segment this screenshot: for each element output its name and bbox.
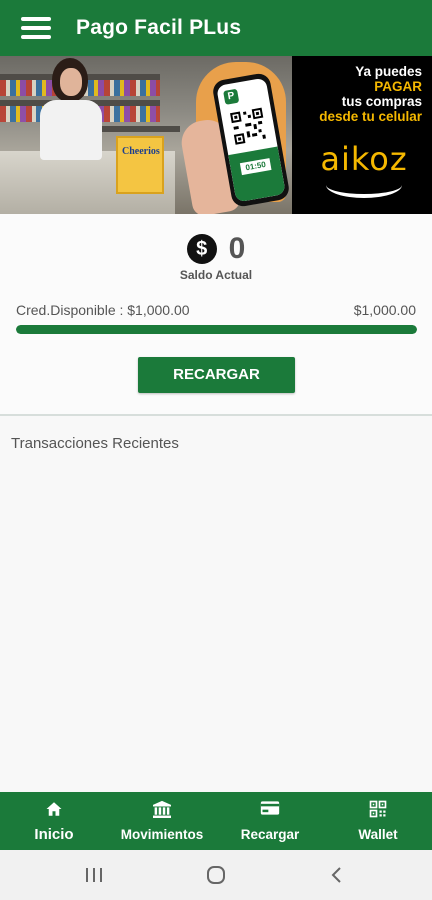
nav-item-wallet[interactable]: Wallet — [324, 792, 432, 850]
promo-text: Ya puedes PAGAR tus compras desde tu cel… — [319, 64, 422, 124]
balance-section: $ 0 Saldo Actual Cred.Disponible : $1,00… — [0, 214, 432, 414]
credit-card-icon — [260, 801, 280, 815]
app-screen: Pago Facil PLus Cheerios P 01:50 Ya pued… — [0, 0, 432, 900]
promo-banner[interactable]: Cheerios P 01:50 Ya puedes PAGAR tus com… — [0, 56, 432, 214]
balance-label: Saldo Actual — [179, 268, 253, 282]
hamburger-menu-icon[interactable] — [8, 0, 64, 56]
credit-progress-bar — [16, 325, 417, 334]
dollar-icon: $ — [186, 234, 217, 264]
home-icon — [46, 802, 62, 816]
balance-amount: 0 — [228, 232, 246, 265]
system-navigation-bar — [0, 850, 432, 900]
qr-code-icon — [369, 800, 387, 818]
qr-code-graphic — [228, 106, 269, 146]
bank-icon — [153, 800, 171, 818]
cereal-box: Cheerios — [116, 136, 164, 194]
nav-item-recargar[interactable]: Recargar — [216, 792, 324, 850]
credit-row: Cred.Disponible : $1,000.00 $1,000.00 — [16, 302, 416, 320]
banner-promo-panel: Ya puedes PAGAR tus compras desde tu cel… — [292, 56, 432, 214]
recents-icon[interactable] — [64, 850, 124, 900]
home-circle-icon[interactable] — [186, 850, 246, 900]
nav-item-inicio[interactable]: Inicio — [0, 792, 108, 850]
recent-transactions: Transacciones Recientes — [0, 416, 432, 792]
recent-transactions-title: Transacciones Recientes — [11, 435, 179, 452]
app-bar: Pago Facil PLus — [0, 0, 432, 56]
bottom-navigation: Inicio Movimientos Recargar Wallet — [0, 792, 432, 850]
aikoz-smile-logo — [326, 172, 402, 198]
credit-limit: $1,000.00 — [353, 302, 416, 318]
app-title: Pago Facil PLus — [76, 16, 242, 39]
nav-item-movimientos[interactable]: Movimientos — [108, 792, 216, 850]
pagofacil-logo: P — [223, 88, 240, 105]
credit-available-label: Cred.Disponible : $1,000.00 — [16, 302, 190, 318]
back-icon[interactable] — [306, 850, 366, 900]
balance-row: $ 0 — [0, 232, 432, 266]
credit-progress-fill — [16, 325, 417, 334]
recharge-button[interactable]: RECARGAR — [138, 357, 295, 393]
banner-photo: Cheerios P 01:50 — [0, 56, 292, 214]
